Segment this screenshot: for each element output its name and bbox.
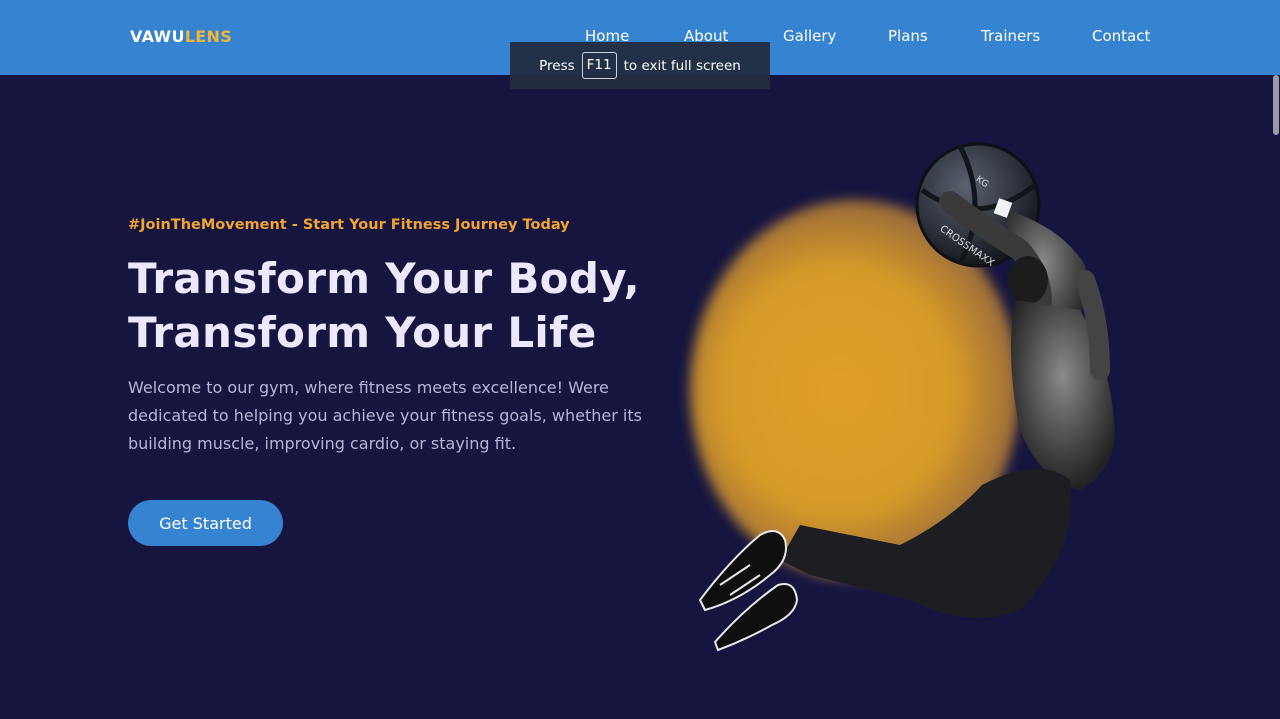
hero-description: Welcome to our gym, where fitness meets … xyxy=(128,378,642,453)
athlete-figure xyxy=(698,191,1115,652)
page-scrollbar[interactable] xyxy=(1272,75,1280,719)
nav-link-trainers[interactable]: Trainers xyxy=(981,27,1040,45)
athlete-image: CROSSMAXX KG xyxy=(698,142,1115,652)
get-started-button[interactable]: Get Started xyxy=(128,500,283,546)
fullscreen-exit-banner: Press F11 to exit full screen xyxy=(510,42,770,89)
scrollbar-thumb[interactable] xyxy=(1273,75,1279,135)
nav-link-plans[interactable]: Plans xyxy=(888,27,928,45)
fullscreen-banner-after: to exit full screen xyxy=(623,57,741,74)
hero-title-line-2: Transform Your Life xyxy=(128,308,597,357)
hero-tagline: #JoinTheMovement - Start Your Fitness Jo… xyxy=(128,217,570,233)
fullscreen-banner-before: Press xyxy=(539,57,575,74)
hero-title-line-1: Transform Your Body, xyxy=(128,254,640,303)
nav-link-gallery[interactable]: Gallery xyxy=(783,27,836,45)
f11-key-badge: F11 xyxy=(581,51,617,80)
hero-title: Transform Your Body, Transform Your Life xyxy=(128,252,640,360)
nav-link-contact[interactable]: Contact xyxy=(1092,27,1150,45)
